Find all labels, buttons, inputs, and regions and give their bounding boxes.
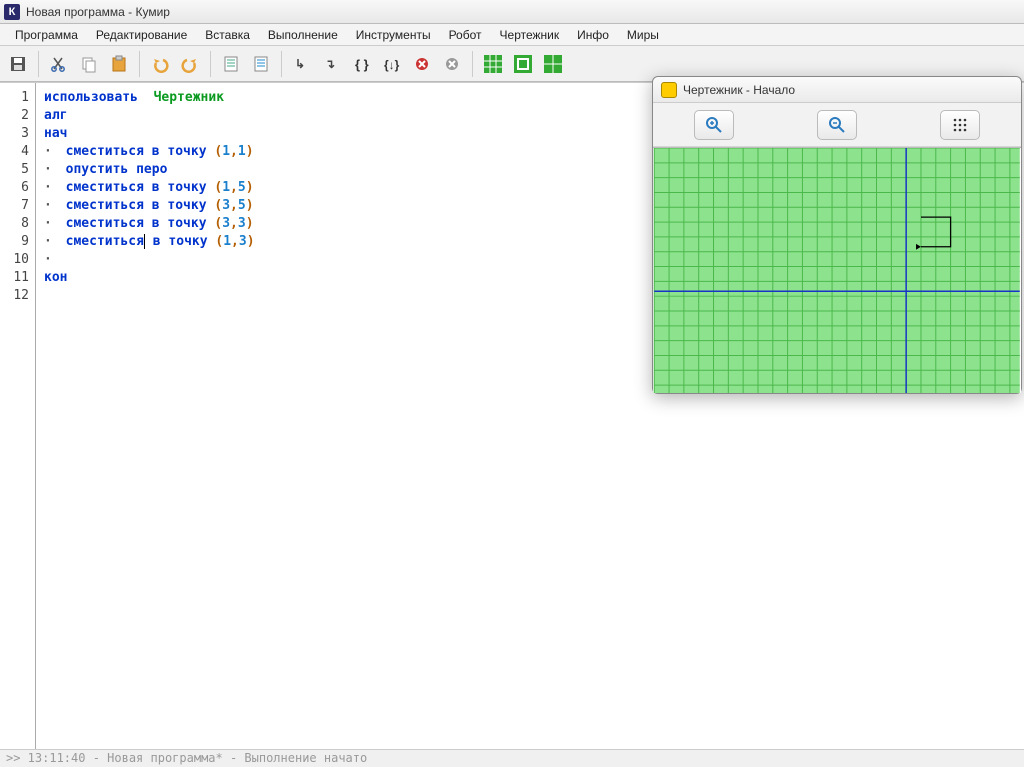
menu-bar: Программа Редактирование Вставка Выполне…	[0, 24, 1024, 46]
separator	[139, 51, 140, 77]
copy-button[interactable]	[75, 50, 103, 78]
svg-text:↴: ↴	[325, 57, 335, 71]
grid-button-3[interactable]	[539, 50, 567, 78]
status-text: >> 13:11:40 - Новая программа* - Выполне…	[6, 751, 367, 765]
window-title: Новая программа - Кумир	[26, 5, 170, 19]
status-bar: >> 13:11:40 - Новая программа* - Выполне…	[0, 749, 1024, 767]
undo-button[interactable]	[146, 50, 174, 78]
stop-button[interactable]	[408, 50, 436, 78]
menu-edit[interactable]: Редактирование	[87, 26, 196, 44]
menu-run[interactable]: Выполнение	[259, 26, 347, 44]
doc1-button[interactable]	[217, 50, 245, 78]
drawer-window[interactable]: Чертежник - Начало	[652, 76, 1022, 394]
brace-open-button[interactable]: { }	[348, 50, 376, 78]
svg-text:↳: ↳	[295, 57, 305, 71]
separator	[38, 51, 39, 77]
separator	[210, 51, 211, 77]
menu-drafter[interactable]: Чертежник	[491, 26, 569, 44]
drawer-canvas[interactable]	[653, 147, 1021, 393]
zoom-out-button[interactable]	[817, 110, 857, 140]
grid-button-2[interactable]	[509, 50, 537, 78]
menu-insert[interactable]: Вставка	[196, 26, 259, 44]
drawer-toolbar	[653, 103, 1021, 147]
menu-robot[interactable]: Робот	[440, 26, 491, 44]
doc2-button[interactable]	[247, 50, 275, 78]
menu-info[interactable]: Инфо	[568, 26, 618, 44]
step-into-button[interactable]: ↳	[288, 50, 316, 78]
brace-step-button[interactable]: {↓}	[378, 50, 406, 78]
separator	[281, 51, 282, 77]
drawer-titlebar[interactable]: Чертежник - Начало	[653, 77, 1021, 103]
menu-program[interactable]: Программа	[6, 26, 87, 44]
drawer-title-text: Чертежник - Начало	[683, 83, 795, 97]
grid-button-1[interactable]	[479, 50, 507, 78]
svg-text:{ }: { }	[355, 57, 369, 72]
menu-worlds[interactable]: Миры	[618, 26, 668, 44]
window-titlebar: К Новая программа - Кумир	[0, 0, 1024, 24]
menu-tools[interactable]: Инструменты	[347, 26, 440, 44]
app-icon: К	[4, 4, 20, 20]
save-button[interactable]	[4, 50, 32, 78]
step-over-button[interactable]: ↴	[318, 50, 346, 78]
redo-button[interactable]	[176, 50, 204, 78]
paste-button[interactable]	[105, 50, 133, 78]
cut-button[interactable]	[45, 50, 73, 78]
line-gutter: 123456789101112	[0, 83, 36, 749]
zoom-in-button[interactable]	[694, 110, 734, 140]
svg-text:{↓}: {↓}	[384, 58, 400, 72]
drawer-icon	[661, 82, 677, 98]
cancel-button[interactable]	[438, 50, 466, 78]
separator	[472, 51, 473, 77]
grid-toggle-button[interactable]	[940, 110, 980, 140]
